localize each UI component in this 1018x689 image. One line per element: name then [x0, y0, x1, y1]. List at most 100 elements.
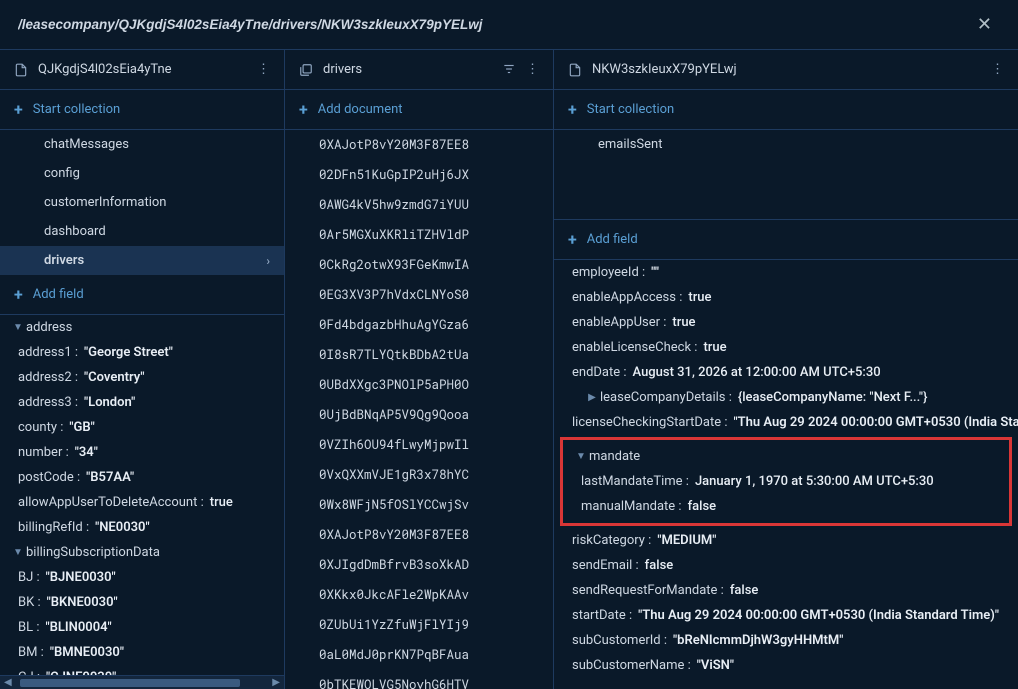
document-item[interactable]: 0VZIh6OU94fLwyMjpwIl	[285, 430, 553, 460]
close-icon[interactable]: ✕	[969, 10, 1000, 39]
field-row[interactable]: ▶leaseCompanyDetails :{leaseCompanyName:…	[554, 385, 1018, 410]
field-row[interactable]: sendRequestForMandate :false	[554, 578, 1018, 603]
field-key: billingSubscriptionData	[26, 545, 160, 560]
field-row[interactable]: ▼mandate	[563, 444, 1009, 469]
field-row[interactable]: subCustomerName :"ViSN"	[554, 653, 1018, 678]
menu-icon[interactable]: ⋮	[526, 62, 539, 77]
field-key: billingRefId :	[18, 520, 89, 535]
caret-right-icon[interactable]: ▶	[584, 392, 600, 403]
collection-icon	[299, 63, 313, 77]
document-item[interactable]: 0XAJotP8vY20M3F87EE8	[285, 130, 553, 160]
field-row[interactable]: postCode :"B57AA"	[0, 465, 284, 490]
plus-icon: +	[299, 100, 308, 119]
caret-down-icon[interactable]: ▼	[10, 547, 26, 558]
document-item[interactable]: 0Fd4bdgazbHhuAgYGza6	[285, 310, 553, 340]
collection-item[interactable]: customerInformation	[0, 188, 284, 217]
field-key: allowAppUserToDeleteAccount :	[18, 495, 204, 510]
document-item[interactable]: 02DFn51KuGpIP2uHj6JX	[285, 160, 553, 190]
collection-item[interactable]: config	[0, 159, 284, 188]
document-item[interactable]: 0bTKEWOLVG5NoyhG6HTV	[285, 670, 553, 689]
field-row[interactable]: manualMandate :false	[563, 494, 1009, 519]
field-value: "BMNE0030"	[50, 645, 124, 660]
field-row[interactable]: ▼billingSubscriptionData	[0, 540, 284, 565]
field-value: "BJNE0030"	[46, 570, 116, 585]
field-key: lastMandateTime :	[581, 474, 689, 489]
field-key: address2 :	[18, 370, 78, 385]
field-row[interactable]: BK :"BKNE0030"	[0, 590, 284, 615]
field-row[interactable]: enableAppAccess :true	[554, 285, 1018, 310]
panel-title: drivers	[323, 62, 492, 77]
field-value: "MEDIUM"	[657, 533, 716, 548]
field-key: riskCategory :	[572, 533, 651, 548]
document-item[interactable]: 0XJIgdDmBfrvB3soXkAD	[285, 550, 553, 580]
field-row[interactable]: allowAppUserToDeleteAccount :true	[0, 490, 284, 515]
collection-item[interactable]: emailsSent	[554, 130, 1018, 159]
document-item[interactable]: 0UjBdBNqAP5V9Qg9Qooa	[285, 400, 553, 430]
field-value: false	[730, 583, 759, 598]
document-item[interactable]: 0XAJotP8vY20M3F87EE8	[285, 520, 553, 550]
document-icon	[14, 63, 28, 77]
horizontal-scrollbar[interactable]: ◀▶	[0, 675, 284, 689]
field-row[interactable]: licenseCheckingStartDate :"Thu Aug 29 20…	[554, 410, 1018, 435]
field-key: subCustomerId :	[572, 633, 667, 648]
start-collection-button[interactable]: + Start collection	[0, 90, 284, 130]
field-value: "London"	[84, 395, 135, 410]
field-row[interactable]: endDate :August 31, 2026 at 12:00:00 AM …	[554, 360, 1018, 385]
caret-down-icon[interactable]: ▼	[10, 322, 26, 333]
field-value: ""	[651, 265, 659, 280]
caret-down-icon[interactable]: ▼	[573, 451, 589, 462]
add-field-button[interactable]: + Add field	[0, 275, 284, 315]
add-field-button[interactable]: + Add field	[554, 220, 1018, 260]
field-row[interactable]: sendEmail :false	[554, 553, 1018, 578]
collection-item[interactable]: drivers›	[0, 246, 284, 275]
collection-item[interactable]: chatMessages	[0, 130, 284, 159]
menu-icon[interactable]: ⋮	[991, 62, 1004, 77]
field-key: address1 :	[18, 345, 78, 360]
field-row[interactable]: enableAppUser :true	[554, 310, 1018, 335]
field-value: "Coventry"	[84, 370, 144, 385]
document-item[interactable]: 0Wx8WFjN5fOSlYCCwjSv	[285, 490, 553, 520]
document-item[interactable]: 0UBdXXgc3PNOlP5aPH0O	[285, 370, 553, 400]
add-document-button[interactable]: + Add document	[285, 90, 553, 130]
document-item[interactable]: 0ZUbUi1YzZfuWjFlYIj9	[285, 610, 553, 640]
menu-icon[interactable]: ⋮	[257, 62, 270, 77]
field-row[interactable]: billingRefId : "NE0030"	[0, 515, 284, 540]
filter-icon[interactable]	[502, 62, 516, 77]
field-value: "BKNE0030"	[47, 595, 118, 610]
collection-item[interactable]: dashboard	[0, 217, 284, 246]
field-row[interactable]: startDate :"Thu Aug 29 2024 00:00:00 GMT…	[554, 603, 1018, 628]
document-item[interactable]: 0CkRg2otwX93FGeKmwIA	[285, 250, 553, 280]
document-item[interactable]: 0EG3XV3P7hVdxCLNYoS0	[285, 280, 553, 310]
field-row[interactable]: riskCategory : "MEDIUM"	[554, 528, 1018, 553]
document-item[interactable]: 0aL0MdJ0prKN7PqBFAua	[285, 640, 553, 670]
field-row[interactable]: subCustomerId :"bReNIcmmDjhW3gyHHMtM"	[554, 628, 1018, 653]
document-item[interactable]: 0AWG4kV5hw9zmdG7iYUU	[285, 190, 553, 220]
field-row[interactable]: address2 : "Coventry"	[0, 365, 284, 390]
start-collection-button[interactable]: + Start collection	[554, 90, 1018, 130]
add-document-label: Add document	[318, 102, 403, 117]
document-item[interactable]: 0VxQXXmVJE1gR3x78hYC	[285, 460, 553, 490]
field-row[interactable]: county :"GB"	[0, 415, 284, 440]
document-item[interactable]: 0I8sR7TLYQtkBDbA2tUa	[285, 340, 553, 370]
field-value: "NE0030"	[95, 520, 150, 535]
field-row[interactable]: enableLicenseCheck :true	[554, 335, 1018, 360]
add-field-label: Add field	[33, 287, 84, 302]
field-row[interactable]: BL :"BLIN0004"	[0, 615, 284, 640]
field-row[interactable]: ▼address	[0, 315, 284, 340]
field-key: leaseCompanyDetails :	[600, 390, 732, 405]
field-row[interactable]: number :"34"	[0, 440, 284, 465]
chevron-right-icon: ›	[266, 254, 270, 268]
field-row[interactable]: employeeId :""	[554, 260, 1018, 285]
path-input[interactable]	[18, 17, 969, 32]
field-row[interactable]: CJ :"CJNE0030"	[0, 665, 284, 675]
field-key: enableLicenseCheck :	[572, 340, 697, 355]
field-row[interactable]: BM :"BMNE0030"	[0, 640, 284, 665]
field-row[interactable]: address3 :"London"	[0, 390, 284, 415]
document-item[interactable]: 0Ar5MGXuXKRliTZHVldP	[285, 220, 553, 250]
document-item[interactable]: 0XKkx0JkcAFle2WpKAAv	[285, 580, 553, 610]
field-row[interactable]: lastMandateTime :January 1, 1970 at 5:30…	[563, 469, 1009, 494]
field-row[interactable]: address1 :"George Street"	[0, 340, 284, 365]
field-key: number :	[18, 445, 69, 460]
field-row[interactable]: BJ :"BJNE0030"	[0, 565, 284, 590]
field-key: startDate :	[572, 608, 632, 623]
